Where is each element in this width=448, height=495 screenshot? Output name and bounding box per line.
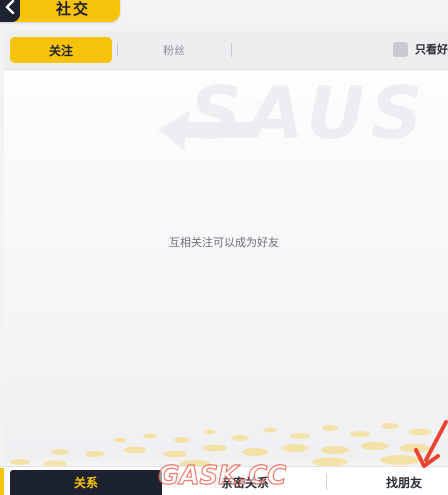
filter-checkbox[interactable] <box>393 42 408 57</box>
tab-divider <box>231 43 232 57</box>
relation-button[interactable]: 关系 <box>10 470 162 495</box>
bottom-accent <box>0 468 4 495</box>
tab-divider <box>117 43 118 57</box>
filter-label[interactable]: 只看好 <box>415 41 448 57</box>
chevron-left-icon <box>5 0 15 14</box>
site-mark-text: GASK.CC <box>158 461 286 491</box>
find-friends-button[interactable]: 找朋友 <box>360 470 448 495</box>
brand-watermark: SAUS <box>158 71 429 155</box>
watermark-text: SAUS <box>190 71 429 155</box>
tab-following[interactable]: 关注 <box>10 37 112 63</box>
site-watermark: GASK.CC <box>157 460 287 491</box>
back-button[interactable] <box>0 0 20 22</box>
bottom-divider <box>326 474 327 490</box>
empty-hint: 互相关注可以成为好友 <box>169 236 279 249</box>
page-title: 社交 <box>56 0 91 18</box>
red-arrow-annotation <box>414 420 448 468</box>
social-screen: 社交 关注 粉丝 只看好 SAUS 互相关注可以成为好友 关系 亲密关系 找朋友… <box>0 0 448 495</box>
